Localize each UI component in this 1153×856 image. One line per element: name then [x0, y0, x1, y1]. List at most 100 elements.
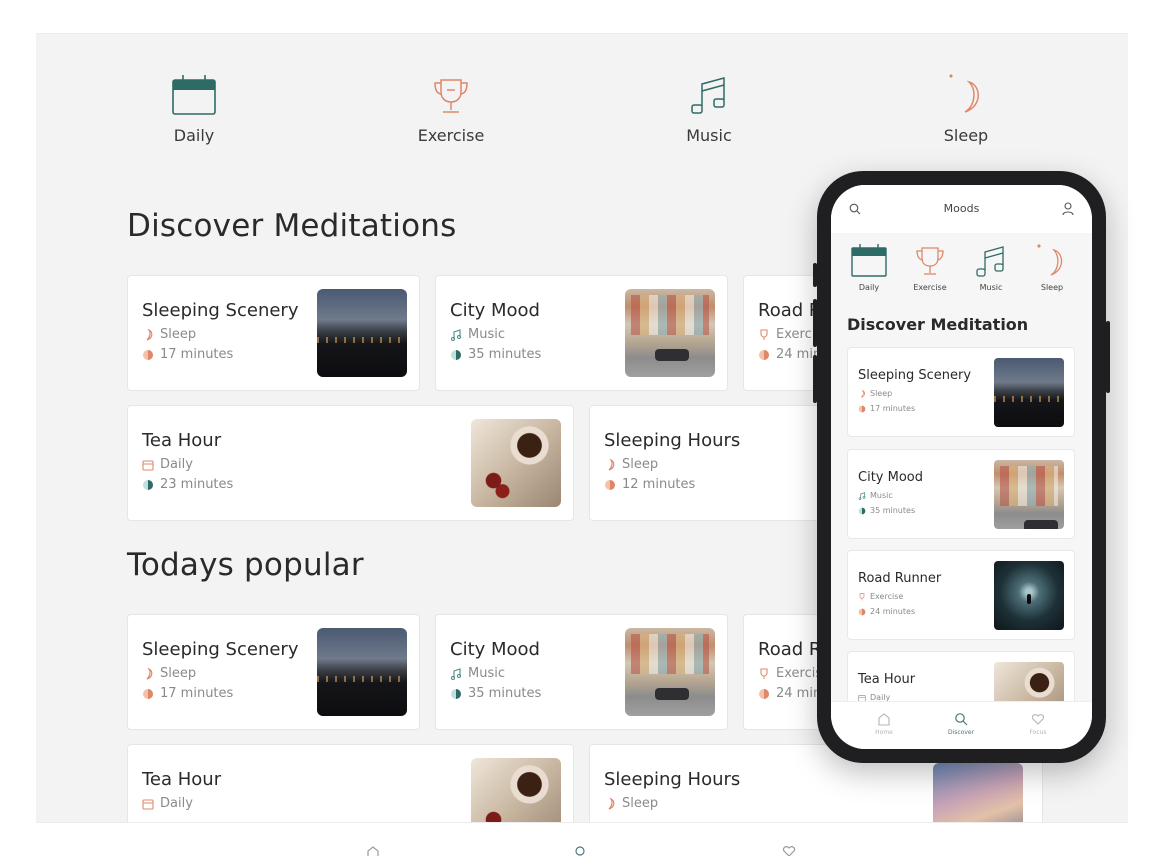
- music-note-icon: [976, 246, 1004, 277]
- card-city-mood[interactable]: City Mood Music 35 minutes: [847, 449, 1075, 539]
- card-category-label: Exercise: [870, 592, 904, 601]
- calendar-icon: [142, 798, 154, 810]
- trophy-icon: [434, 79, 468, 113]
- card-category: Exercise: [858, 592, 903, 601]
- heart-icon[interactable]: [782, 845, 796, 856]
- card-category: Daily: [142, 457, 193, 472]
- clock-icon: [858, 608, 866, 615]
- card-thumbnail: [994, 561, 1064, 630]
- card-thumbnail: [471, 419, 561, 507]
- card-sleeping-scenery[interactable]: Sleeping Scenery Sleep 17 minutes: [847, 347, 1075, 437]
- trophy-icon: [760, 667, 768, 679]
- moon-icon: [1037, 244, 1063, 276]
- clock-icon: [605, 479, 615, 490]
- card-thumbnail: [994, 358, 1064, 427]
- category-label: Exercise: [417, 126, 485, 145]
- moon-icon: [608, 797, 615, 810]
- phone-volume-up: [813, 299, 817, 347]
- card-tea-hour[interactable]: Tea Hour Daily 23 minutes: [127, 405, 574, 521]
- card-duration-label: 17 minutes: [160, 347, 234, 362]
- category-label: Sleep: [943, 126, 989, 145]
- card-title: Road R: [758, 639, 822, 660]
- phone-mute-switch: [813, 263, 817, 287]
- tab-label: Discover: [947, 729, 975, 736]
- card-duration: 35 minutes: [450, 347, 541, 362]
- category-daily[interactable]: Daily: [124, 72, 264, 145]
- phone-screen: Moods Daily Exercise Music Sleep Discove…: [831, 185, 1092, 749]
- card-duration: 12 minutes: [604, 477, 695, 492]
- card-city-mood[interactable]: City Mood Music 35 minutes: [435, 614, 728, 730]
- search-icon[interactable]: [574, 845, 588, 856]
- card-category-label: Music: [468, 666, 505, 681]
- card-duration-label: 35 minutes: [468, 347, 542, 362]
- category-exercise[interactable]: Exercise: [381, 72, 521, 145]
- calendar-icon: [172, 75, 216, 115]
- phone-section-title: Discover Meditation: [847, 315, 1029, 334]
- tab-focus[interactable]: Focus: [1013, 712, 1063, 736]
- card-category: Music: [450, 666, 505, 681]
- card-category-label: Daily: [160, 457, 193, 472]
- card-category: Music: [450, 327, 505, 342]
- card-city-mood[interactable]: City Mood Music 35 minutes: [435, 275, 728, 391]
- card-title: Sleeping Hours: [604, 769, 741, 790]
- card-category: Music: [858, 491, 893, 500]
- card-duration: 17 minutes: [142, 686, 233, 701]
- clock-icon: [143, 688, 153, 699]
- category-daily[interactable]: Daily: [839, 243, 899, 292]
- category-music[interactable]: Music: [961, 243, 1021, 292]
- phone-power-button: [1106, 321, 1110, 393]
- category-music[interactable]: Music: [639, 72, 779, 145]
- tablet-tab-bar: [36, 822, 1128, 856]
- card-sleeping-hours[interactable]: Sleeping Hours Sleep 12 minutes: [589, 405, 843, 521]
- card-category: Sleep: [142, 666, 196, 681]
- category-sleep[interactable]: Sleep: [1022, 243, 1082, 292]
- card-duration-label: 23 minutes: [160, 477, 234, 492]
- clock-icon: [143, 349, 153, 360]
- calendar-icon: [851, 244, 887, 277]
- card-category-label: Sleep: [870, 389, 893, 398]
- card-title: Sleeping Scenery: [858, 368, 972, 383]
- moon-icon: [949, 74, 979, 113]
- card-title: Road Runner: [858, 571, 942, 586]
- card-title: Road R: [758, 300, 822, 321]
- card-thumbnail: [625, 628, 715, 716]
- category-exercise[interactable]: Exercise: [900, 243, 960, 292]
- moon-icon: [861, 389, 865, 398]
- card-category-label: Daily: [160, 796, 193, 811]
- home-icon[interactable]: [366, 845, 380, 856]
- card-category: Daily: [142, 796, 193, 811]
- home-icon: [878, 713, 890, 726]
- card-thumbnail: [317, 289, 407, 377]
- category-sleep[interactable]: Sleep: [896, 72, 1036, 145]
- card-title: City Mood: [450, 639, 540, 660]
- tab-label: Home: [875, 729, 893, 736]
- card-sleeping-scenery[interactable]: Sleeping Scenery Sleep 17 minutes: [127, 614, 420, 730]
- calendar-icon: [142, 459, 154, 471]
- trophy-icon: [760, 328, 768, 340]
- category-label: Daily: [858, 283, 880, 292]
- phone-tab-bar: Home Discover Focus: [831, 701, 1092, 749]
- card-duration: 17 minutes: [142, 347, 233, 362]
- card-road-runner[interactable]: Road Runner Exercise 24 minutes: [847, 550, 1075, 640]
- category-label: Music: [979, 283, 1003, 292]
- music-note-icon: [858, 491, 866, 500]
- card-title: City Mood: [450, 300, 540, 321]
- category-label: Daily: [173, 126, 215, 145]
- card-duration-label: 12 minutes: [622, 477, 696, 492]
- clock-icon: [451, 688, 461, 699]
- card-sleeping-scenery[interactable]: Sleeping Scenery Sleep 17 minutes: [127, 275, 420, 391]
- card-category: Sleep: [142, 327, 196, 342]
- moon-icon: [146, 328, 153, 341]
- user-icon[interactable]: [1062, 202, 1074, 216]
- card-duration-label: 17 minutes: [160, 686, 234, 701]
- card-thumbnail: [994, 460, 1064, 529]
- music-note-icon: [451, 328, 461, 341]
- tab-home[interactable]: Home: [859, 712, 909, 736]
- card-duration: 24 minutes: [858, 607, 915, 616]
- card-duration: 24 min: [758, 347, 821, 362]
- card-category: Sleep: [604, 796, 658, 811]
- trophy-icon: [916, 247, 944, 275]
- clock-icon: [143, 479, 153, 490]
- category-row: Daily Exercise Music Sleep: [36, 72, 1128, 156]
- tab-discover[interactable]: Discover: [936, 712, 986, 736]
